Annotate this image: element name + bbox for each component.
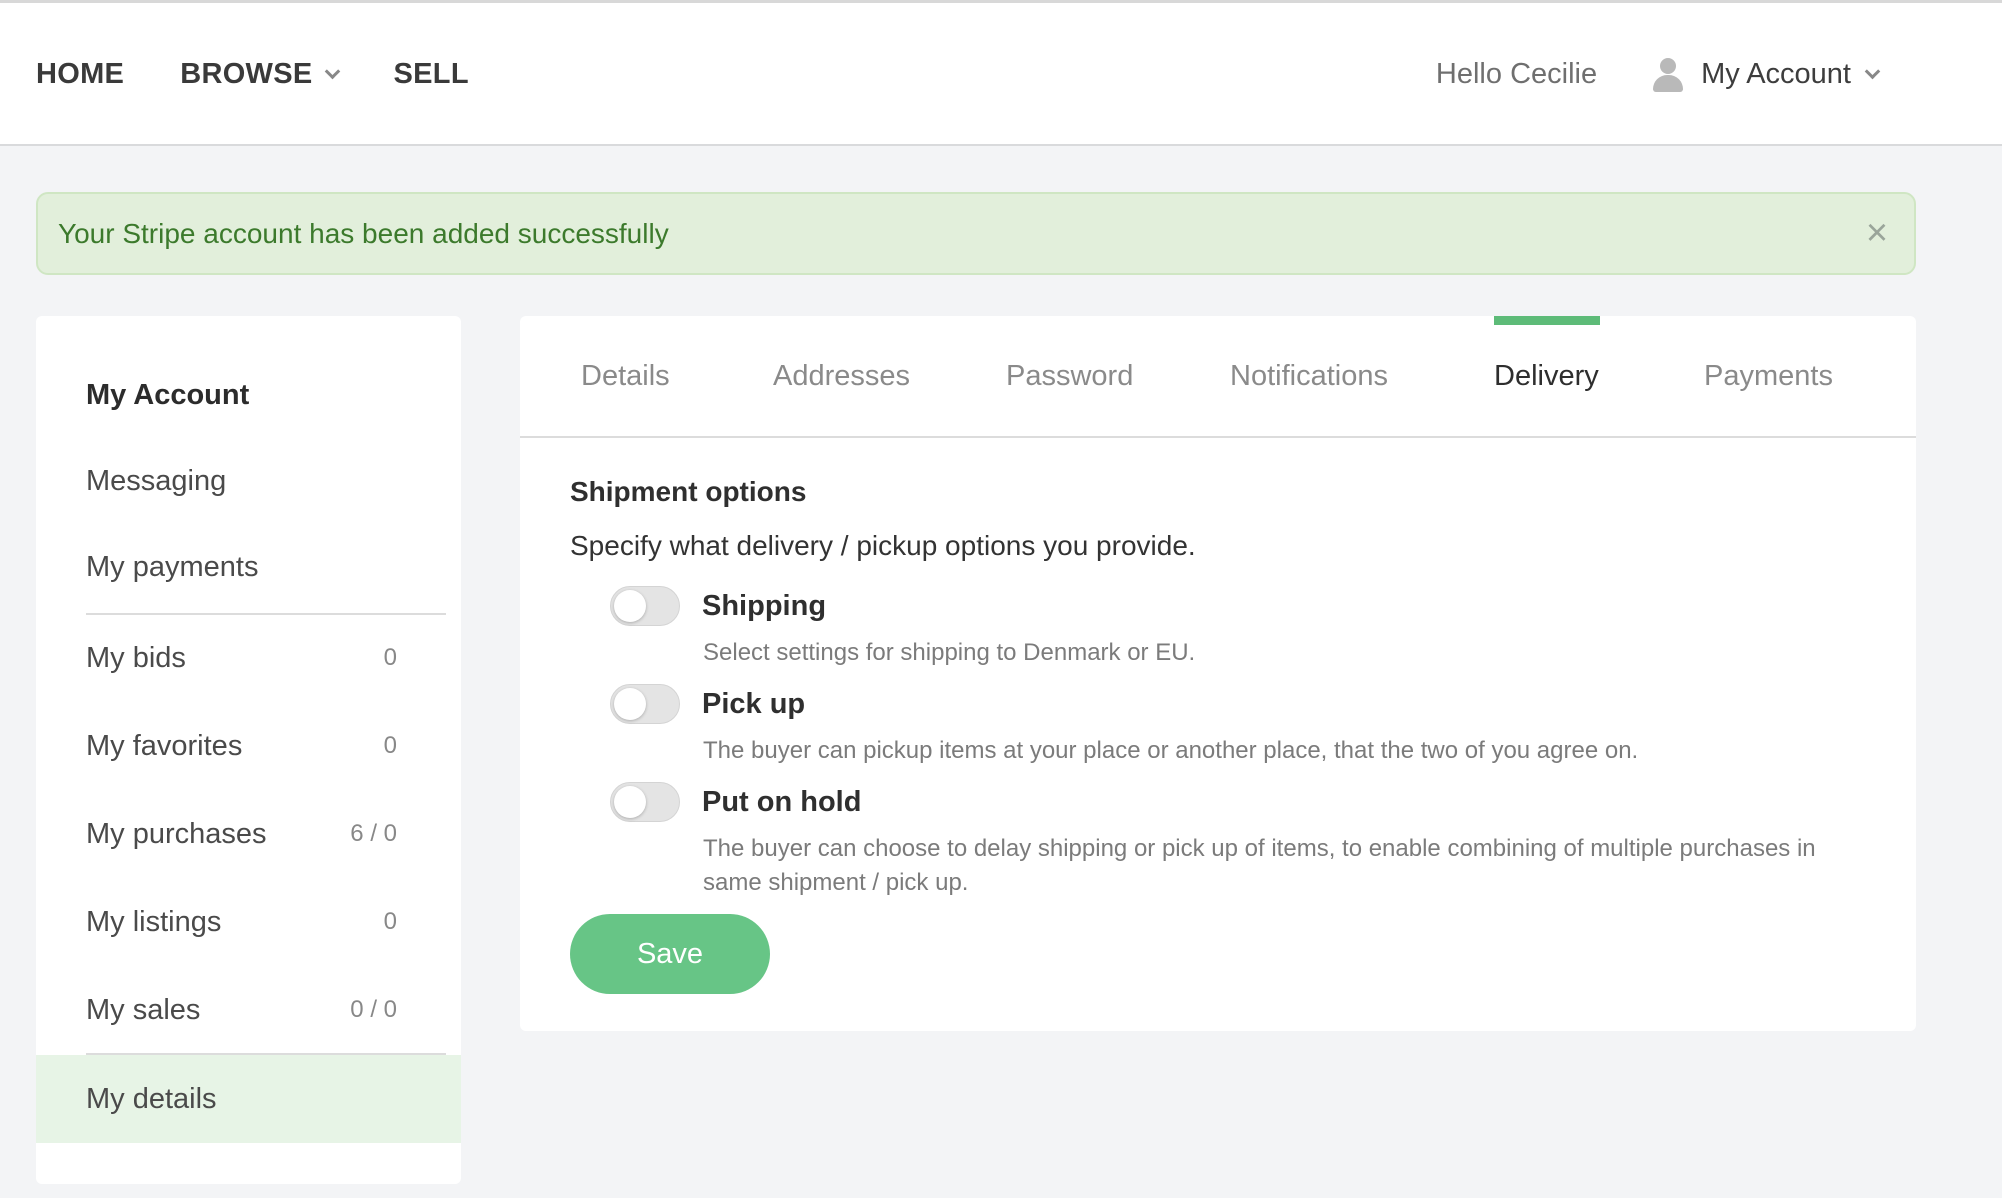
option-title: Put on hold (702, 786, 862, 818)
toggle-knob (614, 688, 646, 720)
sidebar-item-my-details[interactable]: My details (36, 1055, 461, 1143)
nav-browse-label: BROWSE (180, 58, 313, 90)
tab-payments[interactable]: Payments (1704, 316, 1833, 436)
pickup-toggle[interactable] (610, 684, 680, 724)
settings-tabs: Details Addresses Password Notifications… (520, 316, 1916, 438)
tab-notifications[interactable]: Notifications (1230, 316, 1388, 436)
sidebar-item-count: 0 / 0 (350, 996, 397, 1023)
sidebar-item-my-payments[interactable]: My payments (36, 524, 461, 610)
chevron-down-icon (1864, 63, 1881, 80)
nav-browse-link[interactable]: BROWSE (180, 58, 340, 91)
save-button[interactable]: Save (570, 914, 770, 994)
top-navigation: HOME BROWSE SELL Hello Cecilie My Accoun… (0, 0, 2002, 146)
tab-password[interactable]: Password (1006, 316, 1133, 436)
nav-sell-link[interactable]: SELL (394, 58, 469, 91)
sidebar-item-count: 6 / 0 (350, 820, 397, 847)
tab-delivery[interactable]: Delivery (1494, 316, 1599, 436)
sidebar-item-my-favorites[interactable]: My favorites 0 (36, 703, 461, 789)
sidebar-item-my-listings[interactable]: My listings 0 (36, 879, 461, 965)
toggle-knob (614, 786, 646, 818)
tab-label: Notifications (1230, 359, 1388, 392)
nav-sell-label: SELL (393, 58, 469, 90)
success-alert: Your Stripe account has been added succe… (36, 192, 1916, 275)
put-on-hold-option: Put on hold The buyer can choose to dela… (610, 782, 1870, 898)
shipping-toggle[interactable] (610, 586, 680, 626)
option-description: The buyer can pickup items at your place… (703, 737, 1639, 764)
sidebar-item-label: My purchases (86, 817, 267, 850)
sidebar-item-label: My Account (86, 378, 250, 411)
sidebar-item-my-sales[interactable]: My sales 0 / 0 (36, 967, 461, 1053)
sidebar-item-label: My bids (86, 641, 186, 674)
tab-label: Details (581, 359, 670, 392)
my-account-label: My Account (1701, 58, 1851, 90)
user-nav: Hello Cecilie My Account (1435, 3, 1881, 146)
settings-panel: Details Addresses Password Notifications… (520, 316, 1916, 1031)
sidebar-item-messaging[interactable]: Messaging (36, 438, 461, 524)
sidebar-item-count: 0 (383, 908, 397, 935)
sidebar-item-my-account[interactable]: My Account (36, 352, 461, 438)
shipping-option: Shipping Select settings for shipping to… (610, 586, 1870, 666)
sidebar-item-label: My listings (86, 905, 222, 938)
greeting-text: Hello Cecilie (1435, 58, 1598, 90)
section-title: Shipment options (570, 476, 807, 507)
sidebar-item-my-purchases[interactable]: My purchases 6 / 0 (36, 791, 461, 877)
tab-details[interactable]: Details (581, 316, 670, 436)
tab-label: Password (1006, 359, 1134, 392)
toggle-knob (614, 590, 646, 622)
option-title: Shipping (702, 590, 827, 622)
sidebar-item-count: 0 (383, 644, 397, 671)
sidebar-item-count: 0 (383, 732, 397, 759)
account-sidebar: My Account Messaging My payments My bids… (36, 316, 461, 1184)
tab-label: Delivery (1494, 359, 1599, 392)
nav-home-link[interactable]: HOME (36, 58, 124, 91)
tab-label: Addresses (773, 359, 911, 392)
sidebar-item-my-bids[interactable]: My bids 0 (36, 615, 461, 701)
section-description: Specify what delivery / pickup options y… (570, 530, 1196, 561)
sidebar-item-label: Messaging (86, 464, 227, 497)
chevron-down-icon (324, 63, 340, 80)
sidebar-item-label: My details (86, 1082, 217, 1115)
tab-label: Payments (1704, 359, 1833, 392)
put-on-hold-toggle[interactable] (610, 782, 680, 822)
nav-home-label: HOME (36, 58, 125, 90)
sidebar-item-label: My favorites (86, 729, 243, 762)
primary-nav: HOME BROWSE SELL (36, 3, 525, 146)
user-icon (1653, 57, 1684, 92)
option-description: Select settings for shipping to Denmark … (703, 639, 1196, 666)
my-account-menu[interactable]: My Account (1653, 57, 1881, 92)
sidebar-item-label: My sales (86, 993, 201, 1026)
alert-message: Your Stripe account has been added succe… (58, 217, 669, 249)
option-title: Pick up (702, 688, 806, 720)
pickup-option: Pick up The buyer can pickup items at yo… (610, 684, 1870, 764)
option-description: The buyer can choose to delay shipping o… (703, 835, 1816, 896)
sidebar-item-label: My payments (86, 550, 259, 583)
close-icon[interactable]: × (1860, 214, 1894, 252)
tab-addresses[interactable]: Addresses (773, 316, 910, 436)
